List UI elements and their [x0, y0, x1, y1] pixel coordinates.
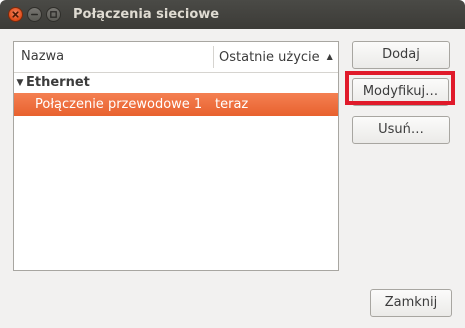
expander-icon[interactable]: ▼	[14, 73, 26, 93]
column-header-last-used-label: Ostatnie użycie	[219, 50, 320, 65]
group-row-ethernet[interactable]: ▼ Ethernet	[14, 73, 338, 93]
group-label: Ethernet	[26, 75, 90, 90]
connection-row[interactable]: Połączenie przewodowe 1 teraz	[14, 93, 338, 116]
network-connections-window: Połączenia sieciowe Nazwa Ostatnie użyci…	[0, 0, 465, 328]
window-maximize-button[interactable]	[46, 7, 61, 22]
column-header-last-used[interactable]: Ostatnie użycie ▲	[219, 42, 333, 72]
window-close-button[interactable]	[8, 7, 23, 22]
close-button[interactable]: Zamknij	[370, 289, 452, 317]
column-header-name[interactable]: Nazwa	[21, 42, 64, 72]
connection-last-used: teraz	[215, 97, 249, 112]
window-minimize-button[interactable]	[27, 7, 42, 22]
sort-ascending-icon: ▲	[326, 52, 333, 61]
maximize-icon	[50, 11, 57, 18]
minimize-icon	[31, 13, 38, 16]
close-icon	[12, 11, 19, 18]
list-header: Nazwa Ostatnie użycie ▲	[14, 42, 338, 73]
window-title: Połączenia sieciowe	[73, 7, 220, 22]
delete-button[interactable]: Usuń…	[352, 116, 450, 144]
titlebar: Połączenia sieciowe	[0, 0, 465, 29]
connection-name: Połączenie przewodowe 1	[35, 97, 203, 112]
highlight-box	[345, 71, 455, 105]
add-button[interactable]: Dodaj	[352, 41, 450, 69]
column-separator[interactable]	[213, 46, 214, 68]
connections-list[interactable]: Nazwa Ostatnie użycie ▲ ▼ Ethernet Połącz…	[13, 41, 339, 271]
